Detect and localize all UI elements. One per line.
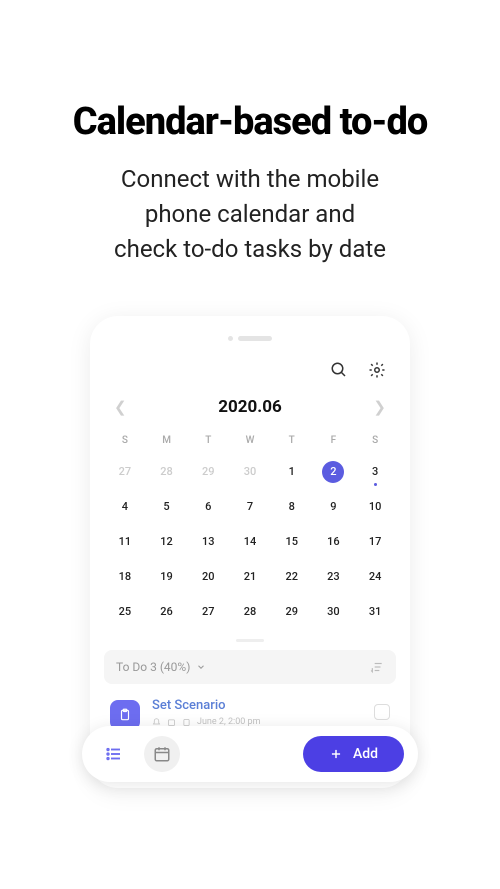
hero-subtitle: Connect with the mobile phone calendar a… xyxy=(40,162,460,266)
calendar-day[interactable]: 3 xyxy=(354,454,396,489)
phone-frame: ❮ 2020.06 ❯ SMTWTFS 27282930123456789101… xyxy=(90,316,410,788)
calendar-dow: S xyxy=(104,431,146,454)
plus-icon xyxy=(329,747,343,761)
calendar-day[interactable]: 1 xyxy=(271,454,313,489)
list-view-button[interactable] xyxy=(96,736,132,772)
calendar-day[interactable]: 5 xyxy=(146,489,188,524)
phone-notch xyxy=(104,336,396,341)
calendar-day[interactable]: 27 xyxy=(187,594,229,629)
drag-handle[interactable] xyxy=(236,639,264,642)
search-icon[interactable] xyxy=(328,359,350,381)
calendar-day[interactable]: 31 xyxy=(354,594,396,629)
calendar-day[interactable]: 20 xyxy=(187,559,229,594)
add-button[interactable]: Add xyxy=(303,736,404,772)
chevron-down-icon xyxy=(196,662,206,672)
calendar-day[interactable]: 22 xyxy=(271,559,313,594)
task-checkbox[interactable] xyxy=(374,704,390,720)
calendar-day[interactable]: 4 xyxy=(104,489,146,524)
calendar-day[interactable]: 13 xyxy=(187,524,229,559)
hero-sub-line: Connect with the mobile xyxy=(40,162,460,197)
task-row[interactable]: Set ScenarioJune 2, 2:00 pm xyxy=(104,684,396,730)
hero-title: Calendar-based to-do xyxy=(40,100,460,144)
calendar-view-button[interactable] xyxy=(144,736,180,772)
hero-sub-line: check to-do tasks by date xyxy=(40,232,460,267)
calendar-day[interactable]: 7 xyxy=(229,489,271,524)
todo-summary-bar[interactable]: To Do 3 (40%) xyxy=(104,650,396,684)
bottom-nav: Add xyxy=(82,726,418,782)
calendar-day[interactable]: 10 xyxy=(354,489,396,524)
calendar-day[interactable]: 2 xyxy=(313,454,355,489)
calendar-dow: W xyxy=(229,431,271,454)
calendar-day[interactable]: 12 xyxy=(146,524,188,559)
calendar-day[interactable]: 25 xyxy=(104,594,146,629)
next-month-button[interactable]: ❯ xyxy=(367,398,392,416)
calendar-title: 2020.06 xyxy=(218,397,281,417)
calendar-header: ❮ 2020.06 ❯ xyxy=(104,393,396,431)
calendar-day[interactable]: 18 xyxy=(104,559,146,594)
gear-icon[interactable] xyxy=(366,359,388,381)
calendar-day[interactable]: 26 xyxy=(146,594,188,629)
calendar-day[interactable]: 15 xyxy=(271,524,313,559)
calendar-day[interactable]: 21 xyxy=(229,559,271,594)
calendar-day[interactable]: 9 xyxy=(313,489,355,524)
calendar-dow: T xyxy=(187,431,229,454)
calendar-day[interactable]: 6 xyxy=(187,489,229,524)
calendar-day[interactable]: 17 xyxy=(354,524,396,559)
todo-summary-label: To Do 3 (40%) xyxy=(116,660,190,674)
calendar-day[interactable]: 27 xyxy=(104,454,146,489)
calendar-day[interactable]: 19 xyxy=(146,559,188,594)
calendar-dow: T xyxy=(271,431,313,454)
sort-icon[interactable] xyxy=(370,660,384,674)
calendar-day[interactable]: 30 xyxy=(313,594,355,629)
hero-sub-line: phone calendar and xyxy=(40,197,460,232)
prev-month-button[interactable]: ❮ xyxy=(108,398,133,416)
calendar-day[interactable]: 28 xyxy=(146,454,188,489)
calendar-day[interactable]: 11 xyxy=(104,524,146,559)
calendar-day[interactable]: 28 xyxy=(229,594,271,629)
calendar-day[interactable]: 29 xyxy=(271,594,313,629)
top-bar xyxy=(104,359,396,393)
calendar-dow: M xyxy=(146,431,188,454)
calendar-day[interactable]: 8 xyxy=(271,489,313,524)
calendar-dow: S xyxy=(354,431,396,454)
calendar-day[interactable]: 24 xyxy=(354,559,396,594)
add-button-label: Add xyxy=(353,746,378,762)
calendar-day[interactable]: 29 xyxy=(187,454,229,489)
calendar-day[interactable]: 14 xyxy=(229,524,271,559)
calendar-dow: F xyxy=(313,431,355,454)
calendar-day[interactable]: 23 xyxy=(313,559,355,594)
calendar-day[interactable]: 30 xyxy=(229,454,271,489)
task-title: Set Scenario xyxy=(152,698,362,713)
calendar-day[interactable]: 16 xyxy=(313,524,355,559)
